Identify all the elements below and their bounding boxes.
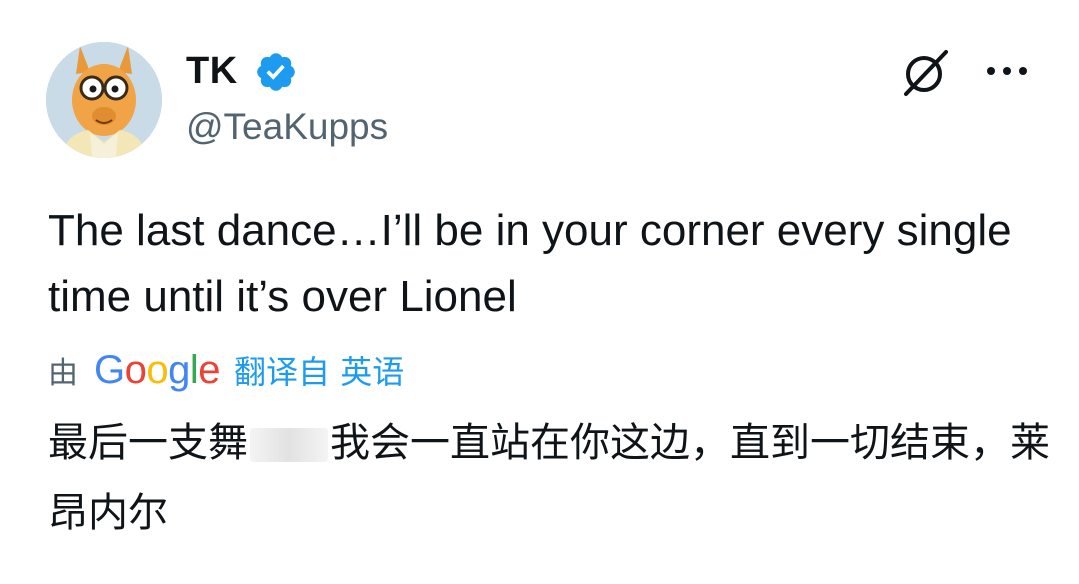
translated-by-label: 由: [48, 356, 78, 391]
translation-attribution: 由 Google 翻译自 英语: [48, 346, 404, 394]
translated-text-part1: 最后一支舞: [48, 420, 248, 466]
more-options-icon[interactable]: [985, 64, 1029, 78]
google-letter-g: G: [94, 347, 125, 392]
google-letter-g2: g: [168, 347, 190, 392]
google-letter-o2: o: [146, 347, 169, 392]
grok-icon[interactable]: [898, 46, 952, 100]
translated-from-link[interactable]: 翻译自 英语: [234, 347, 404, 393]
display-name[interactable]: TK: [186, 48, 238, 94]
tweet-card: TK @TeaKupps The last dance…I’ll be in y…: [0, 0, 1079, 584]
google-letter-o1: o: [124, 347, 147, 392]
google-letter-e: e: [198, 347, 221, 392]
google-logo: Google: [94, 347, 221, 393]
avatar-image: [46, 42, 162, 158]
emoji-placeholder: [250, 428, 328, 462]
google-letter-l: l: [189, 347, 199, 392]
translated-text: 最后一支舞 我会一直站在你这边，直到一切结束，莱昂内尔: [48, 408, 1058, 548]
tweet-text: The last dance…I’ll be in your corner ev…: [48, 206, 1012, 321]
avatar[interactable]: [46, 42, 162, 158]
verified-badge-icon: [257, 53, 295, 91]
author-handle[interactable]: @TeaKupps: [186, 104, 388, 150]
